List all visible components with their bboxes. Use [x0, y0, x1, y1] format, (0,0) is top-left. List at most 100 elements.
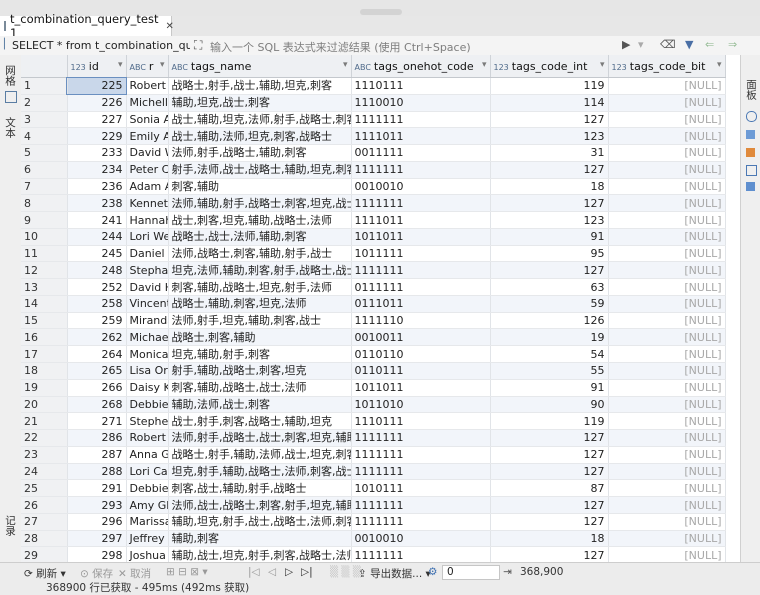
table-row[interactable]: 14 258 Vincent 战略士,辅助,刺客,坦克,法师 0111011 59 [NUL… [21, 295, 726, 313]
offset-input[interactable]: 0 [442, 565, 500, 580]
cell-tags_name[interactable]: 法师,射手,坦克,辅助,刺客,战士 [168, 312, 352, 330]
cell-r[interactable]: Daniel C [126, 245, 169, 263]
cell-tags_onehot_code[interactable]: 1111110 [351, 312, 491, 330]
cell-id[interactable]: 225 [66, 76, 127, 96]
cell-tags_onehot_code[interactable]: 1011111 [351, 245, 491, 263]
cell-tags_name[interactable]: 战略士,刺客,辅助 [168, 328, 352, 347]
view-text-tab[interactable]: 文本 [3, 117, 18, 138]
cell-tags_name[interactable]: 刺客,战士,辅助,射手,战略士 [168, 479, 352, 498]
cell-rownum[interactable]: 3 [21, 111, 68, 129]
cell-tags_onehot_code[interactable]: 1111111 [351, 194, 491, 213]
sort-icon[interactable]: ▾ [343, 60, 348, 70]
cell-tags_code_bit[interactable]: [NULL] [608, 446, 726, 464]
forward-icon[interactable]: ⇒ [728, 38, 737, 51]
cell-rownum[interactable]: 25 [21, 479, 68, 498]
cell-r[interactable]: Stepher [126, 412, 169, 431]
cell-tags_onehot_code[interactable]: 1111111 [351, 496, 491, 514]
cell-id[interactable]: 288 [67, 463, 127, 481]
cell-tags_name[interactable]: 战略士,战士,法师,辅助,刺客 [168, 228, 352, 246]
cell-tags_code_int[interactable]: 123 [490, 127, 609, 146]
table-row[interactable]: 5233David W法师,射手,战略士,辅助,刺客001111131[NULL… [21, 144, 726, 162]
cell-tags_code_bit[interactable]: [NULL] [608, 312, 726, 330]
close-icon[interactable]: ✕ [165, 21, 173, 32]
cell-tags_code_bit[interactable]: [NULL] [608, 127, 726, 146]
cell-id[interactable]: 229 [67, 127, 127, 146]
cell-tags_onehot_code[interactable]: 1111111 [351, 513, 491, 531]
cell-tags_name[interactable]: 战士,射手,刺客,战略士,辅助,坦克 [168, 412, 352, 431]
cell-r[interactable]: Miranda [126, 312, 169, 330]
history-icon[interactable]: ▾ [638, 38, 644, 51]
cell-tags_onehot_code[interactable]: 1111111 [351, 446, 491, 464]
table-row[interactable]: 18 265 Lisa Ort 射手,辅助,战略士,刺客,坦克 0110111 55 [NU… [21, 362, 726, 380]
cell-tags_name[interactable]: 法师,射手,战略士,辅助,刺客 [168, 144, 352, 162]
table-row[interactable]: 17 264 Monica 坦克,辅助,射手,刺客 0110110 54 [NULL] [21, 345, 726, 364]
cell-tags_code_int[interactable]: 127 [490, 194, 609, 213]
cell-tags_onehot_code[interactable]: 1010111 [351, 479, 491, 498]
cell-tags_code_bit[interactable]: [NULL] [608, 94, 726, 112]
table-row[interactable]: 10 244 Lori We 战略士,战士,法师,辅助,刺客 1011011 91 [NUL… [21, 228, 726, 246]
cell-tags_name[interactable]: 辅助,坦克,战士,刺客 [168, 94, 352, 112]
cell-tags_name[interactable]: 战士,辅助,坦克,法师,射手,战略士,刺客 [168, 111, 352, 129]
cell-tags_code_bit[interactable]: [NULL] [608, 362, 726, 380]
cell-tags_onehot_code[interactable]: 1011011 [351, 379, 491, 397]
cell-id[interactable]: 259 [67, 312, 127, 330]
cell-tags_name[interactable]: 辅助,坦克,射手,战士,战略士,法师,刺客 [168, 513, 352, 531]
column-header-tags_code_bit[interactable]: 123 tags_code_bit ▾ [608, 55, 726, 78]
cell-rownum[interactable]: 14 [21, 295, 68, 313]
cell-id[interactable]: 262 [67, 328, 127, 347]
cell-tags_code_int[interactable]: 127 [490, 446, 609, 464]
settings-icon[interactable]: ⚙ [428, 566, 437, 578]
cell-id[interactable]: 234 [67, 161, 127, 179]
cell-tags_onehot_code[interactable]: 1011010 [351, 396, 491, 414]
cell-tags_code_bit[interactable]: [NULL] [608, 278, 726, 296]
cell-tags_code_bit[interactable]: [NULL] [608, 144, 726, 162]
panel-icon-4[interactable] [746, 165, 757, 176]
cell-tags_code_int[interactable]: 127 [490, 496, 609, 514]
cell-r[interactable]: Joshua [126, 546, 169, 562]
cell-tags_name[interactable]: 刺客,辅助,战略士,坦克,射手,法师 [168, 278, 352, 296]
cell-rownum[interactable]: 24 [21, 463, 68, 481]
cell-tags_code_bit[interactable]: [NULL] [608, 429, 726, 447]
view-grid-tab[interactable]: 网格 [3, 65, 18, 86]
cell-id[interactable]: 271 [67, 412, 127, 431]
cell-tags_onehot_code[interactable]: 1111111 [351, 161, 491, 179]
cell-r[interactable]: Daisy K [126, 379, 169, 397]
cell-rownum[interactable]: 28 [21, 530, 68, 548]
cell-r[interactable]: Emily Al [126, 127, 169, 146]
cell-id[interactable]: 248 [67, 261, 127, 280]
cell-rownum[interactable]: 4 [21, 127, 68, 146]
cell-tags_name[interactable]: 战略士,射手,战士,辅助,坦克,刺客 [168, 77, 352, 95]
panel-icon-5[interactable] [746, 182, 755, 191]
back-icon[interactable]: ⇐ [705, 38, 714, 51]
cell-tags_onehot_code[interactable]: 0010010 [351, 530, 491, 548]
cell-rownum[interactable]: 26 [21, 496, 68, 514]
cell-tags_code_bit[interactable]: [NULL] [608, 479, 726, 498]
cell-r[interactable]: Vincent [126, 295, 169, 313]
cell-tags_code_bit[interactable]: [NULL] [608, 194, 726, 213]
cell-tags_code_bit[interactable]: [NULL] [608, 178, 726, 196]
cell-tags_code_int[interactable]: 127 [490, 111, 609, 129]
table-row[interactable]: 29 298 Joshua 辅助,战士,坦克,射手,刺客,战略士,法师 1111111 1… [21, 546, 726, 562]
table-row[interactable]: 24 288 Lori Car 坦克,射手,辅助,战略士,法师,刺客,战士 111111… [21, 463, 726, 481]
table-row[interactable]: 15259Miranda法师,射手,坦克,辅助,刺客,战士1111110126[… [21, 312, 726, 330]
table-row[interactable]: 20 268 Debbie 辅助,法师,战士,刺客 1011010 90 [NULL] [21, 396, 726, 414]
cell-tags_onehot_code[interactable]: 0010011 [351, 328, 491, 347]
cell-tags_code_int[interactable]: 119 [490, 412, 609, 431]
cell-tags_name[interactable]: 战士,辅助,法师,坦克,刺客,战略士 [168, 127, 352, 146]
table-row[interactable]: 3 227 Sonia A 战士,辅助,坦克,法师,射手,战略士,刺客 1111111 1… [21, 111, 726, 129]
cell-rownum[interactable]: 12 [21, 261, 68, 280]
cell-tags_onehot_code[interactable]: 1111111 [351, 546, 491, 562]
column-header-r[interactable]: ABC r ▾ [126, 55, 169, 78]
table-row[interactable]: 19 266 Daisy K 刺客,辅助,战略士,战士,法师 1011011 91 [NUL… [21, 379, 726, 397]
table-row[interactable]: 2226Michelle辅助,坦克,战士,刺客1110010114[NULL] [21, 94, 726, 112]
cell-tags_code_int[interactable]: 63 [490, 278, 609, 296]
cell-r[interactable]: Robert I [126, 429, 169, 447]
cell-tags_onehot_code[interactable]: 1111011 [351, 211, 491, 229]
cell-rownum[interactable]: 20 [21, 396, 68, 414]
cell-rownum[interactable]: 6 [21, 161, 68, 179]
run-filter-icon[interactable]: ▶ [622, 38, 630, 51]
cell-id[interactable]: 286 [67, 429, 127, 447]
cell-tags_code_bit[interactable]: [NULL] [608, 496, 726, 514]
cell-rownum[interactable]: 27 [21, 513, 68, 531]
cell-tags_code_int[interactable]: 95 [490, 245, 609, 263]
